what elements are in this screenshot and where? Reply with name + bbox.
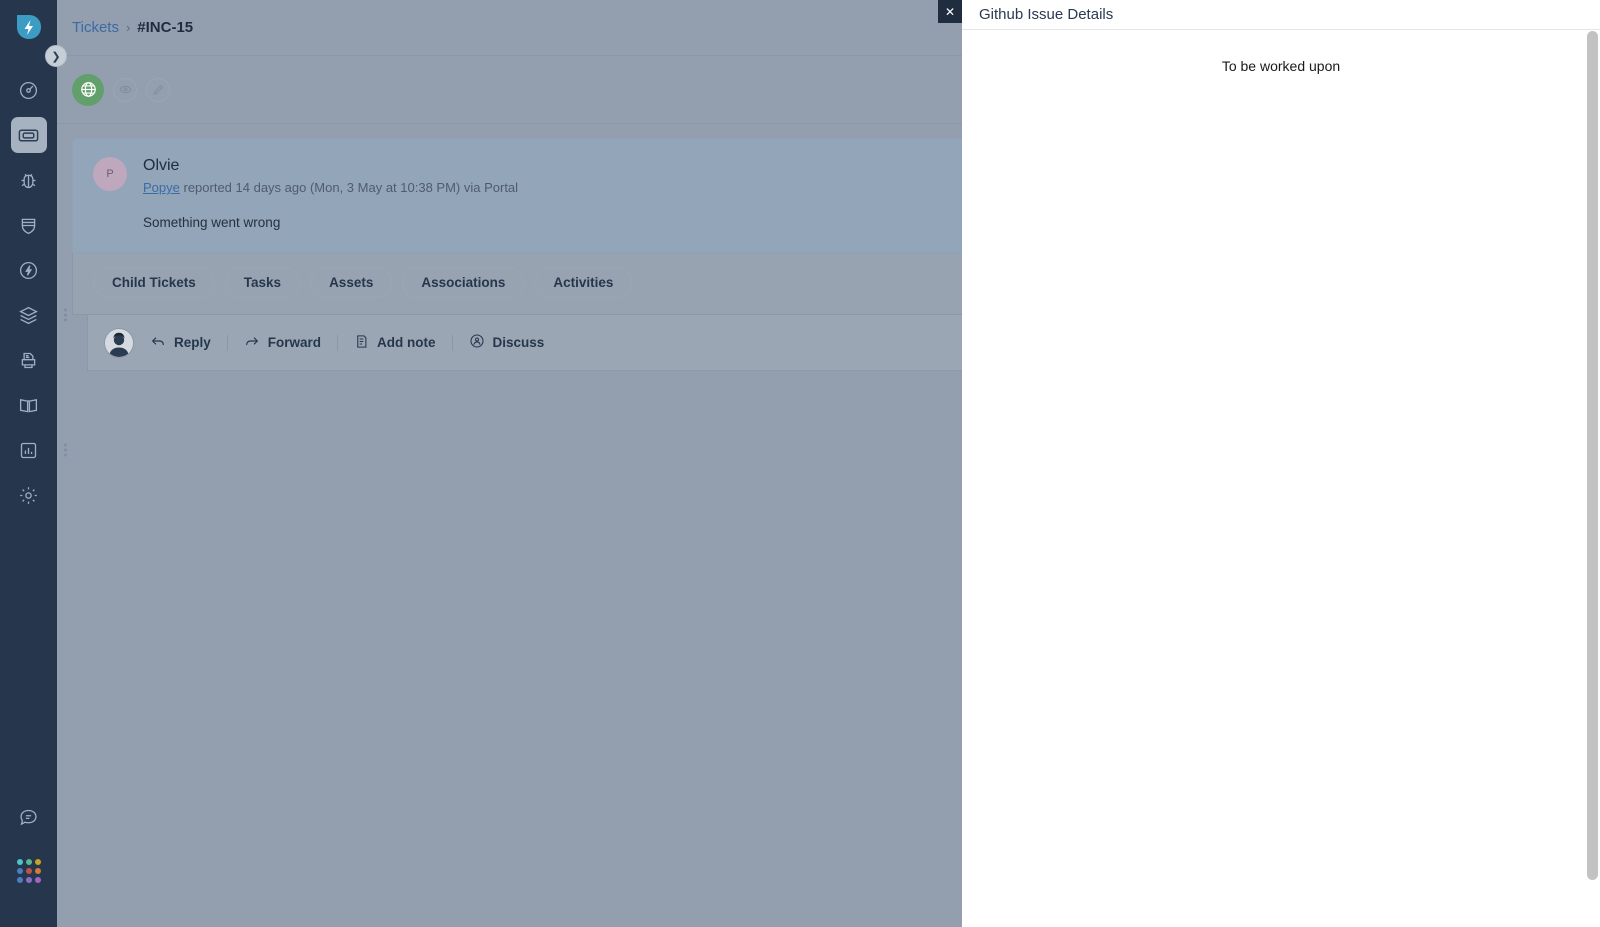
- globe-icon[interactable]: [72, 73, 104, 106]
- tab-activities[interactable]: Activities: [534, 267, 633, 298]
- add-note-button-label: Add note: [377, 335, 436, 350]
- app-switcher-button[interactable]: [11, 853, 47, 889]
- sidebar-item-analytics[interactable]: [11, 432, 67, 468]
- message-meta: Popye reported 14 days ago (Mon, 3 May a…: [143, 180, 518, 195]
- message-header-text: Olvie Popye reported 14 days ago (Mon, 3…: [143, 157, 518, 195]
- app-root: ❯ Tickets › #INC-15 P Olvie Popye report…: [0, 0, 1600, 927]
- reply-button[interactable]: Reply: [134, 333, 227, 352]
- sidebar-item-purchase-orders[interactable]: [11, 342, 47, 378]
- tab-tasks[interactable]: Tasks: [224, 267, 301, 298]
- sidebar-item-tickets[interactable]: [10, 117, 47, 153]
- github-issue-details-panel: ✕ Github Issue Details To be worked upon: [938, 0, 1600, 927]
- message-author-link[interactable]: Popye: [143, 180, 180, 195]
- message-meta-rest: reported 14 days ago (Mon, 3 May at 10:3…: [179, 180, 519, 195]
- reply-button-label: Reply: [174, 335, 211, 350]
- sidebar-item-dashboard[interactable]: [11, 72, 47, 108]
- requester-name: Olvie: [143, 157, 180, 174]
- sidebar-collapse-toggle[interactable]: ❯: [45, 45, 67, 67]
- product-logo[interactable]: [13, 12, 45, 44]
- breadcrumb-separator: ›: [125, 20, 131, 35]
- tab-assets[interactable]: Assets: [310, 267, 393, 298]
- eye-icon[interactable]: [113, 77, 137, 102]
- sidebar-item-assets[interactable]: [11, 297, 67, 333]
- add-note-button[interactable]: Add note: [338, 334, 452, 352]
- panel-header: Github Issue Details: [962, 0, 1600, 30]
- agent-avatar: [104, 327, 134, 358]
- close-panel-button[interactable]: ✕: [938, 0, 962, 23]
- tab-associations[interactable]: Associations: [402, 267, 525, 298]
- forward-button[interactable]: Forward: [228, 333, 337, 352]
- sidebar-item-releases[interactable]: [11, 252, 47, 288]
- forward-button-label: Forward: [267, 335, 322, 350]
- sidebar-item-admin[interactable]: [11, 477, 47, 513]
- discuss-button-label: Discuss: [492, 335, 545, 350]
- sidebar-item-chat[interactable]: [11, 799, 47, 835]
- tab-child-tickets[interactable]: Child Tickets: [93, 267, 215, 298]
- pencil-icon[interactable]: [146, 77, 170, 102]
- discuss-button[interactable]: Discuss: [453, 333, 561, 352]
- app-grid-icon: [16, 859, 41, 883]
- panel-message: To be worked upon: [1221, 58, 1341, 74]
- panel-body: To be worked upon: [962, 30, 1600, 74]
- avatar: P: [93, 157, 127, 191]
- discuss-person-icon: [469, 333, 485, 352]
- nav-bottom-items: [0, 799, 57, 927]
- chevron-right-icon: ❯: [51, 50, 61, 63]
- breadcrumb-link-tickets[interactable]: Tickets: [72, 19, 119, 36]
- note-document-icon: [354, 334, 369, 352]
- panel-title: Github Issue Details: [979, 6, 1114, 23]
- close-icon: ✕: [944, 4, 956, 19]
- sidebar-item-problems[interactable]: [11, 162, 47, 198]
- nav-items: [0, 72, 67, 522]
- sidebar-item-changes[interactable]: [11, 207, 47, 243]
- forward-arrow-icon: [244, 333, 260, 352]
- reply-arrow-icon: [150, 333, 166, 352]
- sidebar-item-solutions[interactable]: [11, 387, 47, 423]
- left-nav-rail: [0, 0, 67, 927]
- breadcrumb-current-ticket: #INC-15: [137, 19, 194, 36]
- panel-scrollbar[interactable]: [1587, 31, 1598, 880]
